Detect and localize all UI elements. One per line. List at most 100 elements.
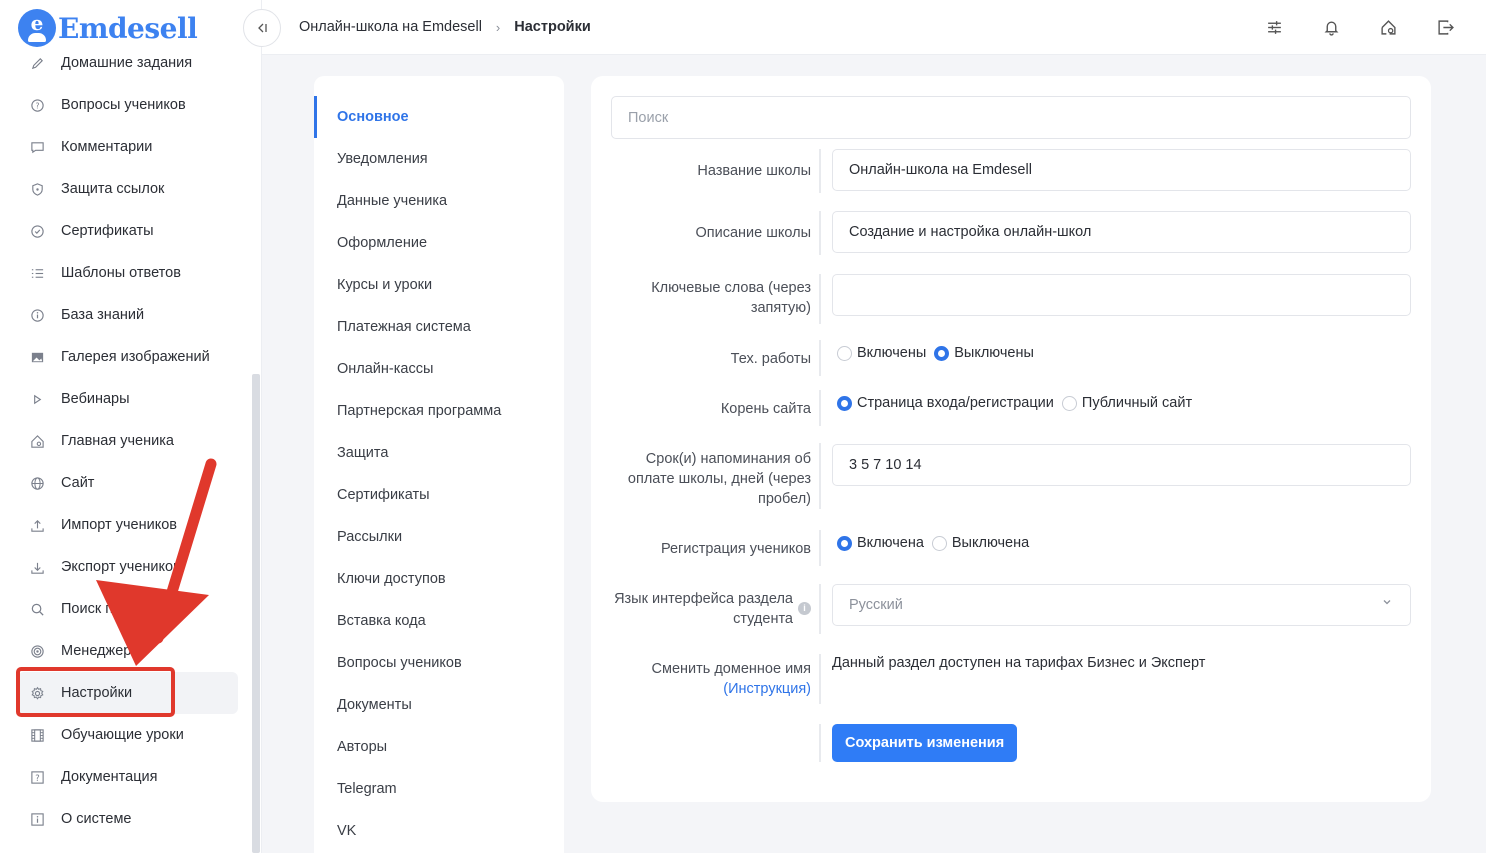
sidebar-item[interactable]: Шаблоны ответов <box>18 252 238 294</box>
registration-on-radio[interactable] <box>837 535 852 551</box>
settings-menu-item[interactable]: Партнерская программа <box>314 390 564 432</box>
student-language-row: Язык интерфейса раздела студента i Русск… <box>611 584 1411 634</box>
settings-menu-item[interactable]: Ключи доступов <box>314 558 564 600</box>
sidebar-item[interactable]: Экспорт учеников <box>18 546 238 588</box>
keywords-label: Ключевые слова (через запятую) <box>651 280 811 316</box>
site-root-login-radio[interactable] <box>837 395 852 411</box>
breadcrumb-current: Настройки <box>514 19 591 35</box>
home-settings-icon[interactable] <box>1377 16 1399 38</box>
sidebar-item[interactable]: Домашние задания <box>18 42 238 84</box>
settings-menu-item[interactable]: Рассылки <box>314 516 564 558</box>
keywords-field[interactable] <box>832 274 1411 316</box>
registration-label: Регистрация учеников <box>660 541 811 557</box>
maintenance-off-radio[interactable] <box>934 345 950 361</box>
settings-menu-item[interactable]: Авторы <box>314 726 564 768</box>
site-root-public-label[interactable]: Публичный сайт <box>1082 395 1192 411</box>
student-language-select[interactable]: Русский <box>832 584 1411 626</box>
settings-menu-item[interactable]: Оформление <box>314 222 564 264</box>
settings-menu-item[interactable]: Онлайн-кассы <box>314 348 564 390</box>
school-name-label: Название школы <box>697 163 811 179</box>
school-description-label: Описание школы <box>695 225 811 241</box>
maintenance-label: Тех. работы <box>730 351 811 367</box>
settings-menu-item[interactable]: Защита <box>314 432 564 474</box>
sidebar-item-label: Защита ссылок <box>61 181 165 197</box>
save-button[interactable]: Сохранить изменения <box>832 724 1018 762</box>
payment-reminder-row: Срок(и) напоминания об оплате школы, дне… <box>611 443 1411 509</box>
sidebar-item[interactable]: Обучающие уроки <box>18 714 238 756</box>
settings-menu-item[interactable]: Платежная система <box>314 306 564 348</box>
sidebar-item[interactable]: Вебинары <box>18 378 238 420</box>
maintenance-radio-group: Включены Выключены <box>837 345 1042 361</box>
settings-menu-item[interactable]: Telegram <box>314 768 564 810</box>
sidebar-item[interactable]: ? Вопросы учеников <box>18 84 238 126</box>
logout-icon[interactable] <box>1434 16 1456 38</box>
svg-text:?: ? <box>35 772 39 782</box>
student-language-value: Русский <box>849 597 903 613</box>
help-square-icon: ? <box>28 768 46 786</box>
maintenance-on-label[interactable]: Включены <box>857 345 926 361</box>
registration-off-label[interactable]: Выключена <box>952 535 1029 551</box>
breadcrumb-parent[interactable]: Онлайн-школа на Emdesell <box>299 19 482 35</box>
school-description-field[interactable]: Создание и настройка онлайн-школ <box>832 211 1411 253</box>
sidebar-item-label: Сертификаты <box>61 223 154 239</box>
bell-icon[interactable] <box>1320 16 1342 38</box>
keywords-row: Ключевые слова (через запятую) <box>611 274 1411 324</box>
settings-menu-item[interactable]: Вопросы учеников <box>314 642 564 684</box>
info-icon[interactable]: i <box>798 602 811 615</box>
settings-search-input[interactable]: Поиск <box>611 96 1411 139</box>
site-root-public-radio[interactable] <box>1061 395 1077 411</box>
payment-reminder-field[interactable]: 3 5 7 10 14 <box>832 444 1411 486</box>
sidebar-item-label: Поиск по кл <box>61 601 141 617</box>
sidebar-item[interactable]: Сайт <box>18 462 238 504</box>
sidebar-item[interactable]: Импорт учеников <box>18 504 238 546</box>
sidebar-item-label: Документация <box>61 769 158 785</box>
sidebar-item-label: Галерея изображений <box>61 349 210 365</box>
image-icon <box>28 348 46 366</box>
registration-on-label[interactable]: Включена <box>857 535 924 551</box>
settings-menu-item[interactable]: VK <box>314 810 564 852</box>
settings-menu-item[interactable]: Данные ученика <box>314 180 564 222</box>
domain-instruction-link[interactable]: (Инструкция) <box>723 681 811 697</box>
search-icon <box>28 600 46 618</box>
sliders-icon[interactable] <box>1263 16 1285 38</box>
payment-reminder-label: Срок(и) напоминания об оплате школы, дне… <box>627 451 811 507</box>
collapse-sidebar-button[interactable] <box>243 9 281 47</box>
maintenance-on-radio[interactable] <box>837 345 852 361</box>
sidebar-item[interactable]: Галерея изображений <box>18 336 238 378</box>
sidebar-item[interactable]: О системе <box>18 798 238 840</box>
settings-menu-item[interactable]: Основное <box>314 96 564 138</box>
maintenance-off-label[interactable]: Выключены <box>954 345 1034 361</box>
chevron-down-icon <box>1383 600 1391 605</box>
film-icon <box>28 726 46 744</box>
settings-menu-item[interactable]: Сертификаты <box>314 474 564 516</box>
comment-icon <box>28 138 46 156</box>
sidebar-item-label: Экспорт учеников <box>61 559 181 575</box>
site-root-login-label[interactable]: Страница входа/регистрации <box>857 395 1054 411</box>
sidebar-item[interactable]: Менеджер IP <box>18 630 238 672</box>
sidebar-item-label: Шаблоны ответов <box>61 265 181 281</box>
settings-menu-item[interactable]: Курсы и уроки <box>314 264 564 306</box>
target-icon <box>28 642 46 660</box>
maintenance-row: Тех. работы Включены Выключены <box>611 340 1411 376</box>
chevron-right-icon: › <box>495 19 501 35</box>
sidebar-item[interactable]: База знаний <box>18 294 238 336</box>
sidebar: e Emdesell Домашние задания? Вопросы учен… <box>0 0 262 853</box>
sidebar-item[interactable]: Комментарии <box>18 126 238 168</box>
domain-label: Сменить доменное имя (Инструкция) <box>611 659 812 699</box>
sidebar-item[interactable]: ? Документация <box>18 756 238 798</box>
settings-form: Поиск Название школы Онлайн-школа на Emd… <box>591 76 1431 802</box>
sidebar-item-label: Вебинары <box>61 391 130 407</box>
upload-icon <box>28 516 46 534</box>
settings-menu-item[interactable]: Уведомления <box>314 138 564 180</box>
registration-off-radio[interactable] <box>931 535 947 551</box>
sidebar-item[interactable]: Сертификаты <box>18 210 238 252</box>
sidebar-item[interactable]: Защита ссылок <box>18 168 238 210</box>
student-language-label: Язык интерфейса раздела студента <box>614 591 793 627</box>
sidebar-item[interactable]: Главная ученика <box>18 420 238 462</box>
settings-menu-item[interactable]: Вставка кода <box>314 600 564 642</box>
sidebar-item[interactable]: Поиск по кл <box>18 588 238 630</box>
school-name-field[interactable]: Онлайн-школа на Emdesell <box>832 149 1411 191</box>
registration-radio-group: Включена Выключена <box>837 535 1037 551</box>
sidebar-scrollbar[interactable] <box>252 374 260 853</box>
settings-menu-item[interactable]: Документы <box>314 684 564 726</box>
